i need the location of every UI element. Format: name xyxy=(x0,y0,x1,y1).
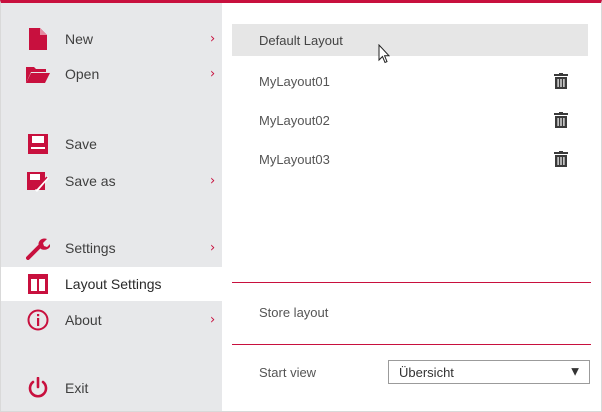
info-icon xyxy=(26,308,50,332)
layout-name: MyLayout03 xyxy=(259,151,330,167)
chevron-right-icon: › xyxy=(210,31,216,47)
new-document-icon xyxy=(26,27,50,51)
save-as-icon xyxy=(26,169,50,193)
chevron-right-icon: › xyxy=(210,312,216,328)
menu-item-exit[interactable]: Exit xyxy=(1,371,222,405)
menu-label-settings: Settings xyxy=(65,240,116,256)
menu-item-settings[interactable]: Settings › xyxy=(1,231,222,265)
chevron-right-icon: › xyxy=(210,66,216,82)
trash-icon[interactable] xyxy=(554,73,568,89)
layout-row[interactable]: MyLayout03 xyxy=(232,143,588,175)
menu-label-save: Save xyxy=(65,136,97,152)
mouse-cursor-icon xyxy=(378,44,390,64)
chevron-right-icon: › xyxy=(210,240,216,256)
divider xyxy=(232,282,591,283)
layout-name: MyLayout01 xyxy=(259,73,330,89)
power-icon xyxy=(26,376,50,400)
layout-name: Default Layout xyxy=(259,32,343,48)
menu-item-about[interactable]: About › xyxy=(1,303,222,337)
layout-row[interactable]: MyLayout02 xyxy=(232,104,588,136)
wrench-icon xyxy=(26,236,50,260)
start-view-label: Start view xyxy=(259,365,317,380)
layout-icon xyxy=(26,272,50,296)
menu-label-exit: Exit xyxy=(65,380,89,396)
menu-item-save[interactable]: Save xyxy=(1,127,222,161)
store-layout-link[interactable]: Store layout xyxy=(259,305,328,320)
layout-name: MyLayout02 xyxy=(259,112,330,128)
dropdown-arrow-icon: ▼ xyxy=(571,366,579,378)
trash-icon[interactable] xyxy=(554,112,568,128)
divider xyxy=(232,344,591,345)
menu-label-layout-settings: Layout Settings xyxy=(65,276,162,292)
save-disk-icon xyxy=(26,132,50,156)
menu-item-new[interactable]: New › xyxy=(1,22,222,56)
menu-item-save-as[interactable]: Save as › xyxy=(1,164,222,198)
layout-row[interactable]: MyLayout01 xyxy=(232,65,588,97)
start-view-value: Übersicht xyxy=(399,364,454,380)
trash-icon[interactable] xyxy=(554,151,568,167)
chevron-right-icon: › xyxy=(210,173,216,189)
backstage-sidebar: New › Open › Save Save as › Settings › L… xyxy=(1,3,222,411)
start-view-select[interactable]: Übersicht ▼ xyxy=(388,360,590,384)
menu-label-about: About xyxy=(65,312,102,328)
menu-label-new: New xyxy=(65,31,94,47)
menu-item-layout-settings[interactable]: Layout Settings xyxy=(1,267,222,301)
menu-label-open: Open xyxy=(65,66,100,82)
layout-row-default[interactable]: Default Layout xyxy=(232,24,588,56)
menu-label-save-as: Save as xyxy=(65,173,116,189)
open-folder-icon xyxy=(26,62,50,86)
menu-item-open[interactable]: Open › xyxy=(1,57,222,91)
layout-settings-panel: Default Layout MyLayout01 MyLayout02 MyL… xyxy=(222,3,601,411)
